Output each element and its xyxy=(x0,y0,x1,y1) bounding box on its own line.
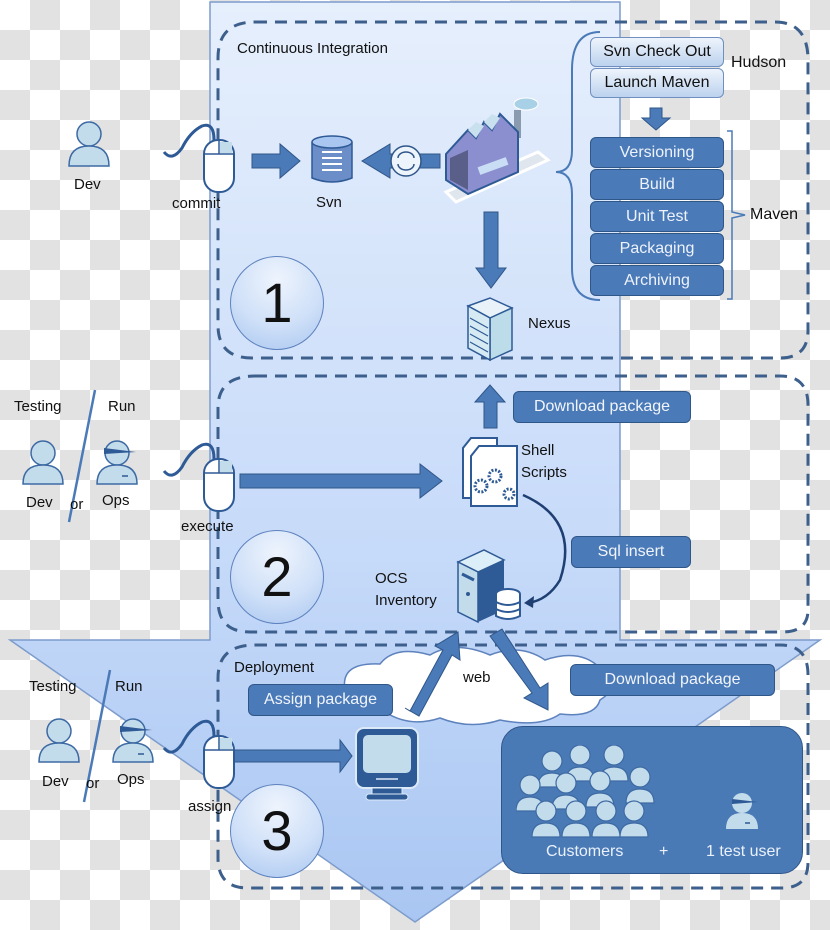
stage3-testing-label: Testing xyxy=(29,678,77,695)
mouse-icon xyxy=(162,719,235,789)
ocs-label-line1: OCS xyxy=(375,570,408,587)
ocs-inventory-server-icon xyxy=(456,549,521,624)
maven-bracket xyxy=(727,130,746,300)
dev-user-icon xyxy=(22,440,64,485)
test-user-icon xyxy=(726,793,758,829)
hudson-factory-icon xyxy=(443,97,551,204)
hudson-step-svn-checkout: Svn Check Out xyxy=(590,37,724,67)
nexus-label: Nexus xyxy=(528,315,571,332)
stage2-run-label: Run xyxy=(108,398,136,415)
stage2-number-badge: 2 xyxy=(230,530,324,624)
ocs-label-line2: Inventory xyxy=(375,592,437,609)
stage2-dev-label: Dev xyxy=(26,494,53,511)
dev-user-icon xyxy=(38,718,80,763)
svn-repository-icon xyxy=(311,135,353,183)
plus-label: + xyxy=(659,843,669,860)
test-user-label: 1 test user xyxy=(706,843,781,860)
web-label: web xyxy=(463,669,491,686)
sql-insert-label: Sql insert xyxy=(571,536,691,568)
shell-label-line2: Scripts xyxy=(521,464,567,481)
stage3-or-label: or xyxy=(86,775,100,792)
execute-label: execute xyxy=(181,518,234,535)
stage3-number-badge: 3 xyxy=(230,784,324,878)
stage2-or-label: or xyxy=(70,496,84,513)
stage3-dev-label: Dev xyxy=(42,773,69,790)
mouse-icon xyxy=(162,123,235,193)
shell-label-line1: Shell xyxy=(521,442,555,459)
mouse-icon xyxy=(162,442,235,512)
stage3-title: Deployment xyxy=(234,659,315,676)
ops-user-icon xyxy=(96,440,138,485)
customers-panel: Customers + 1 test user xyxy=(501,726,803,874)
assign-label: assign xyxy=(188,798,232,815)
customers-label: Customers xyxy=(546,843,624,860)
maven-step-packaging: Packaging xyxy=(590,233,724,264)
maven-step-build: Build xyxy=(590,169,724,200)
ops-user-icon xyxy=(112,718,154,763)
stage3-download-package-label: Download package xyxy=(570,664,775,696)
stage3-run-label: Run xyxy=(115,678,143,695)
shell-scripts-icon xyxy=(462,437,518,507)
stage2-ops-label: Ops xyxy=(102,492,130,509)
maven-step-archiving: Archiving xyxy=(590,265,724,296)
stage2-testing-label: Testing xyxy=(14,398,62,415)
maven-step-unit-test: Unit Test xyxy=(590,201,724,232)
assign-package-label: Assign package xyxy=(248,684,393,716)
stage1-title: Continuous Integration xyxy=(237,40,388,57)
dev-user-icon xyxy=(68,121,110,167)
svn-label: Svn xyxy=(316,194,342,211)
maven-label: Maven xyxy=(750,206,799,223)
customers-crowd-icon xyxy=(516,745,655,838)
nexus-server-icon xyxy=(466,297,514,362)
maven-step-versioning: Versioning xyxy=(590,137,724,168)
hudson-step-launch-maven: Launch Maven xyxy=(590,68,724,98)
workstation-monitor-icon xyxy=(355,727,419,801)
stage1-actor-label: Dev xyxy=(74,176,101,193)
hudson-label: Hudson xyxy=(731,54,787,71)
stage1-number-badge: 1 xyxy=(230,256,324,350)
stage3-ops-label: Ops xyxy=(117,771,145,788)
hudson-to-maven-arrow xyxy=(640,107,672,131)
commit-label: commit xyxy=(172,195,221,212)
stage2-download-package-label: Download package xyxy=(513,391,691,423)
